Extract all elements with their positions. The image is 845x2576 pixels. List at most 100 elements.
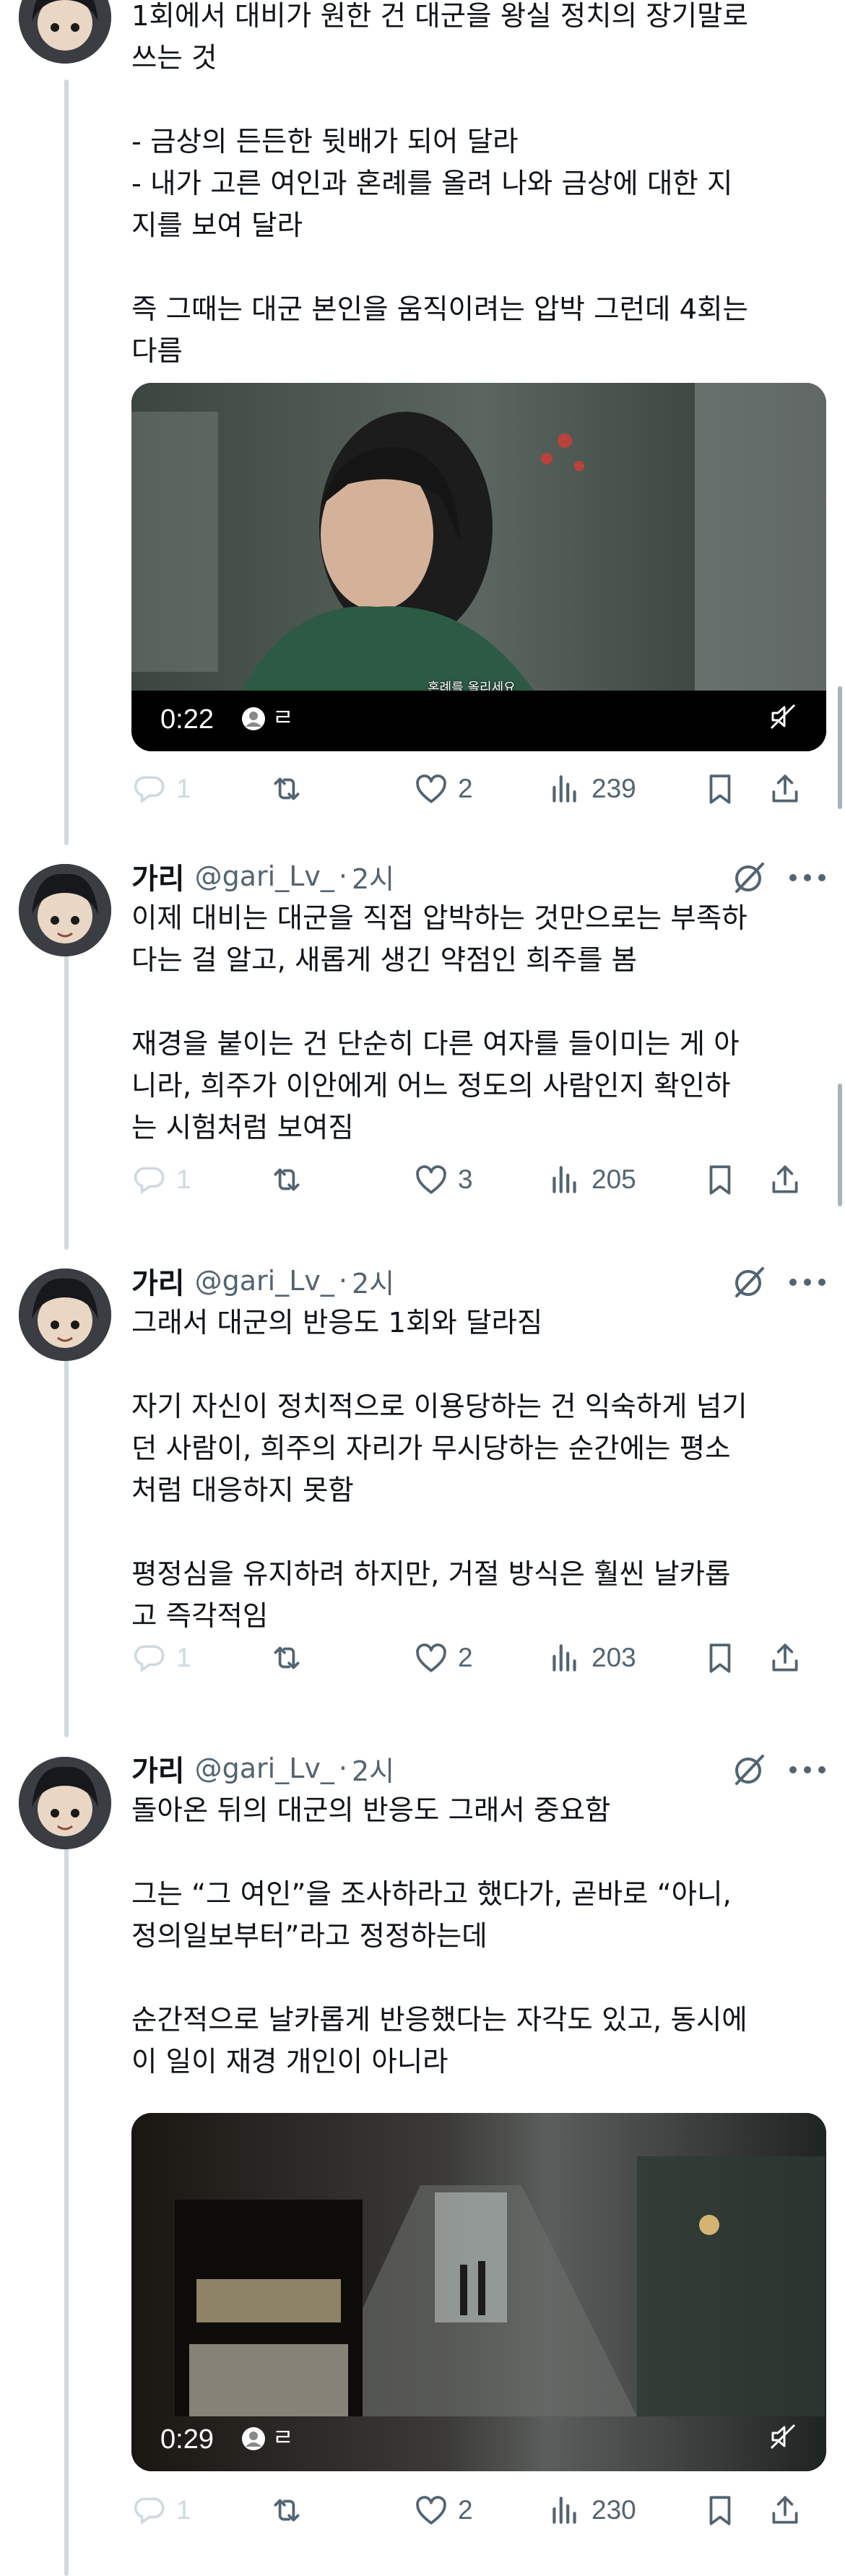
user-handle[interactable]: @gari_Lv_ [195,1752,334,1784]
retweet-icon [274,1168,300,1191]
reply-button[interactable]: 1 [131,2489,191,2532]
timestamp[interactable]: 2시 [352,1261,394,1301]
retweet-button[interactable] [269,2489,305,2532]
views-button[interactable]: 203 [547,1636,636,1680]
like-count: 2 [458,774,473,803]
views-button[interactable]: 239 [547,767,636,811]
tweet-header: 가리 @gari_Lv_ · 2시 [131,1747,394,1790]
reply-icon [134,2497,165,2525]
scrollbar-thumb[interactable] [838,1084,842,1206]
bookmark-icon [709,2496,731,2525]
thread-line [64,1824,69,2576]
grok-icon[interactable] [731,1264,767,1300]
more-icon[interactable] [787,870,828,885]
views-icon [552,1644,576,1672]
retweet-button[interactable] [269,1636,305,1680]
retweet-button[interactable] [269,1158,305,1201]
action-bar: 1 2 230 [131,2489,825,2532]
like-count: 3 [458,1164,473,1194]
display-name[interactable]: 가리 [131,855,185,897]
reply-button[interactable]: 1 [131,1636,191,1680]
user-icon [242,707,265,730]
scrollbar-thumb[interactable] [838,686,842,809]
video-controls [131,2411,826,2471]
view-count: 203 [592,1643,636,1672]
thread-line [64,932,69,1250]
reply-count: 1 [176,1164,191,1194]
share-icon [772,2496,798,2524]
reply-icon [134,1167,165,1195]
reply-count: 1 [176,774,191,803]
separator: · [338,1752,347,1784]
like-icon [416,1643,446,1672]
reply-icon [134,776,165,804]
more-icon[interactable] [787,1275,828,1289]
bookmark-button[interactable] [702,1636,738,1680]
avatar[interactable] [19,0,111,64]
tweet-text: 이제 대비는 대군을 직접 압박하는 것만으로는 부족하 다는 걸 알고, 새롭… [131,902,748,1144]
views-button[interactable]: 230 [547,2489,636,2532]
like-icon [416,1165,446,1194]
video-time: 0:22 [160,704,214,735]
action-bar: 1 2 239 [131,767,825,811]
retweet-icon [274,1646,300,1669]
thread-line [64,1336,69,1737]
views-button[interactable]: 205 [547,1158,636,1201]
like-count: 2 [458,1643,473,1672]
mute-icon[interactable] [768,2422,797,2451]
like-button[interactable]: 2 [413,767,473,811]
tweet-header: 가리 @gari_Lv_ · 2시 [131,1259,394,1302]
timestamp[interactable]: 2시 [352,857,394,896]
display-name[interactable]: 가리 [131,1260,185,1302]
like-button[interactable]: 2 [413,1636,473,1680]
action-bar: 1 3 205 [131,1158,825,1201]
share-button[interactable] [767,1158,803,1201]
like-icon [416,774,446,803]
tweet-text: 돌아온 뒤의 대군의 반응도 그래서 중요함 그는 “그 여인”을 조사하라고 … [131,1794,748,2078]
video-player[interactable]: 0:29 ㄹ [131,2113,826,2471]
user-handle[interactable]: @gari_Lv_ [195,860,334,892]
tweet-text: 1회에서 대비가 원한 건 대군을 왕실 정치의 장기말로 쓰는 것 - 금상의… [131,0,748,368]
video-player[interactable]: 혼례를 올리세요 0:22 ㄹ [131,383,826,751]
separator: · [338,860,347,892]
like-icon [416,2496,446,2525]
display-name[interactable]: 가리 [131,1747,185,1789]
bookmark-icon [709,774,731,804]
avatar[interactable] [19,864,111,956]
reply-button[interactable]: 1 [131,1158,191,1201]
bookmark-button[interactable] [702,1158,738,1201]
more-icon[interactable] [787,1763,828,1777]
grok-icon[interactable] [731,860,767,896]
share-button[interactable] [767,2489,803,2532]
grok-icon[interactable] [731,1752,767,1788]
reply-icon [134,1645,165,1673]
views-icon [552,2497,576,2524]
share-icon [772,1643,798,1672]
reply-button[interactable]: 1 [131,767,191,811]
mute-icon[interactable] [768,702,797,731]
video-time: 0:29 [160,2424,214,2455]
view-count: 205 [592,1164,636,1194]
timestamp[interactable]: 2시 [352,1749,394,1789]
retweet-button[interactable] [269,767,305,811]
action-bar: 1 2 203 [131,1636,825,1680]
user-handle[interactable]: @gari_Lv_ [195,1265,334,1297]
reply-count: 1 [176,2495,191,2525]
share-button[interactable] [767,1636,803,1680]
avatar[interactable] [19,1268,111,1361]
view-count: 230 [592,2495,636,2525]
bookmark-button[interactable] [702,2489,738,2532]
video-channel: ㄹ [272,704,294,731]
separator: · [338,1265,347,1297]
like-button[interactable]: 2 [413,2489,473,2532]
views-icon [552,775,576,803]
like-button[interactable]: 3 [413,1158,473,1201]
share-button[interactable] [767,767,803,811]
bookmark-button[interactable] [702,767,738,811]
avatar[interactable] [19,1757,111,1849]
bookmark-icon [709,1643,731,1673]
views-icon [552,1166,576,1193]
video-channel: ㄹ [272,2424,294,2451]
video-controls [131,691,826,751]
share-icon [772,774,798,803]
